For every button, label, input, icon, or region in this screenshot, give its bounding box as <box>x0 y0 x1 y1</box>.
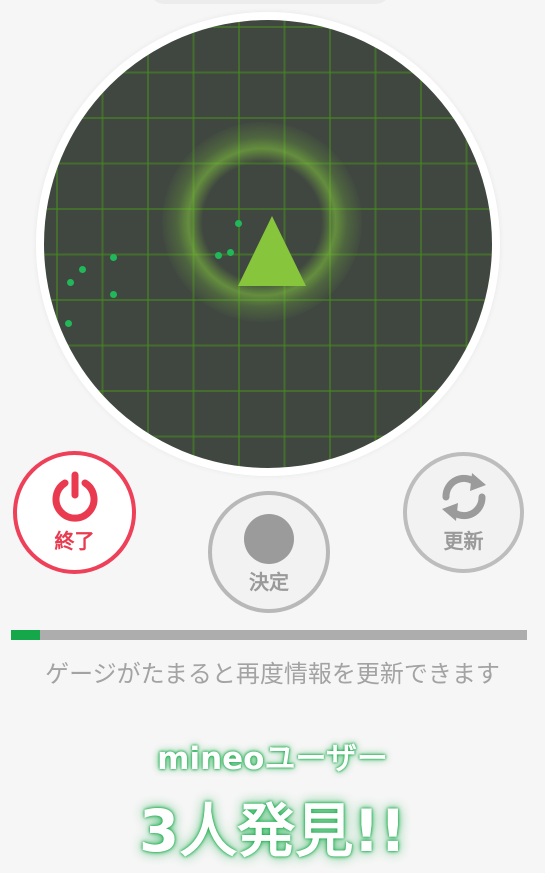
record-dot-icon <box>244 513 294 564</box>
end-label: 終了 <box>54 529 95 553</box>
result-subtitle: mineoユーザー <box>157 741 388 777</box>
gauge-hint-text: ゲージがたまると再度情報を更新できます <box>45 660 500 688</box>
result-headline: 3人発見!! <box>138 797 407 865</box>
radar-frame <box>36 12 500 476</box>
refresh-button[interactable]: 更新 <box>403 452 524 573</box>
refresh-label: 更新 <box>443 529 484 553</box>
user-dot <box>110 254 117 261</box>
user-dot <box>215 252 222 259</box>
power-icon <box>52 471 97 522</box>
decide-button[interactable]: 決定 <box>208 491 330 613</box>
user-dot <box>65 320 72 327</box>
refresh-icon <box>441 473 486 521</box>
user-dot <box>235 220 242 227</box>
user-dot <box>67 279 74 286</box>
refresh-gauge-fill <box>11 630 41 640</box>
top-panel-edge <box>150 0 390 4</box>
refresh-gauge <box>11 630 527 640</box>
user-dot <box>110 291 117 298</box>
radar-screen <box>44 20 492 468</box>
user-dot <box>227 249 234 256</box>
end-button[interactable]: 終了 <box>13 451 136 574</box>
user-dot <box>79 266 86 273</box>
heading-arrow-icon <box>238 216 306 286</box>
decide-label: 決定 <box>249 569 289 594</box>
